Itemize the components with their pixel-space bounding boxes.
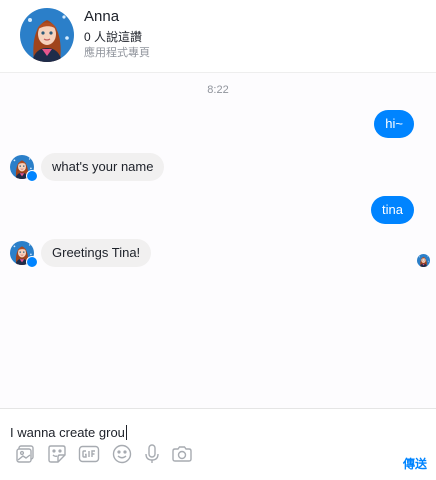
send-button[interactable]: 傳送 <box>403 455 427 472</box>
page-category: 應用程式專頁 <box>84 47 150 59</box>
likes-count: 0 人說這讚 <box>84 30 143 44</box>
avatar[interactable] <box>20 8 74 62</box>
gif-icon[interactable] <box>78 443 100 465</box>
seen-indicator <box>417 254 430 267</box>
messenger-badge-icon <box>26 170 38 182</box>
message-timestamp: 8:22 <box>207 84 229 96</box>
messenger-badge-icon <box>26 256 38 268</box>
incoming-message[interactable]: Greetings Tina! <box>41 239 152 267</box>
contact-name[interactable]: Anna <box>84 8 119 25</box>
sticker-icon[interactable] <box>46 443 68 465</box>
text-caret <box>125 425 127 440</box>
draft-text: I wanna create grou <box>10 425 125 440</box>
camera-icon[interactable] <box>171 443 193 465</box>
image-icon[interactable] <box>14 443 36 465</box>
emoji-icon[interactable] <box>111 443 133 465</box>
messenger-window: Anna 0 人說這讚 應用程式專頁 8:22 hi~ what's your … <box>0 0 436 480</box>
microphone-icon[interactable] <box>141 443 163 465</box>
outgoing-message[interactable]: hi~ <box>374 110 414 138</box>
outgoing-message[interactable]: tina <box>371 196 414 224</box>
profile-picture <box>20 8 74 62</box>
message-input[interactable]: I wanna create grou <box>10 425 390 440</box>
incoming-message[interactable]: what's your name <box>41 153 165 181</box>
seen-avatar-icon <box>417 254 430 267</box>
conversation-header: Anna 0 人說這讚 應用程式專頁 <box>0 0 436 73</box>
